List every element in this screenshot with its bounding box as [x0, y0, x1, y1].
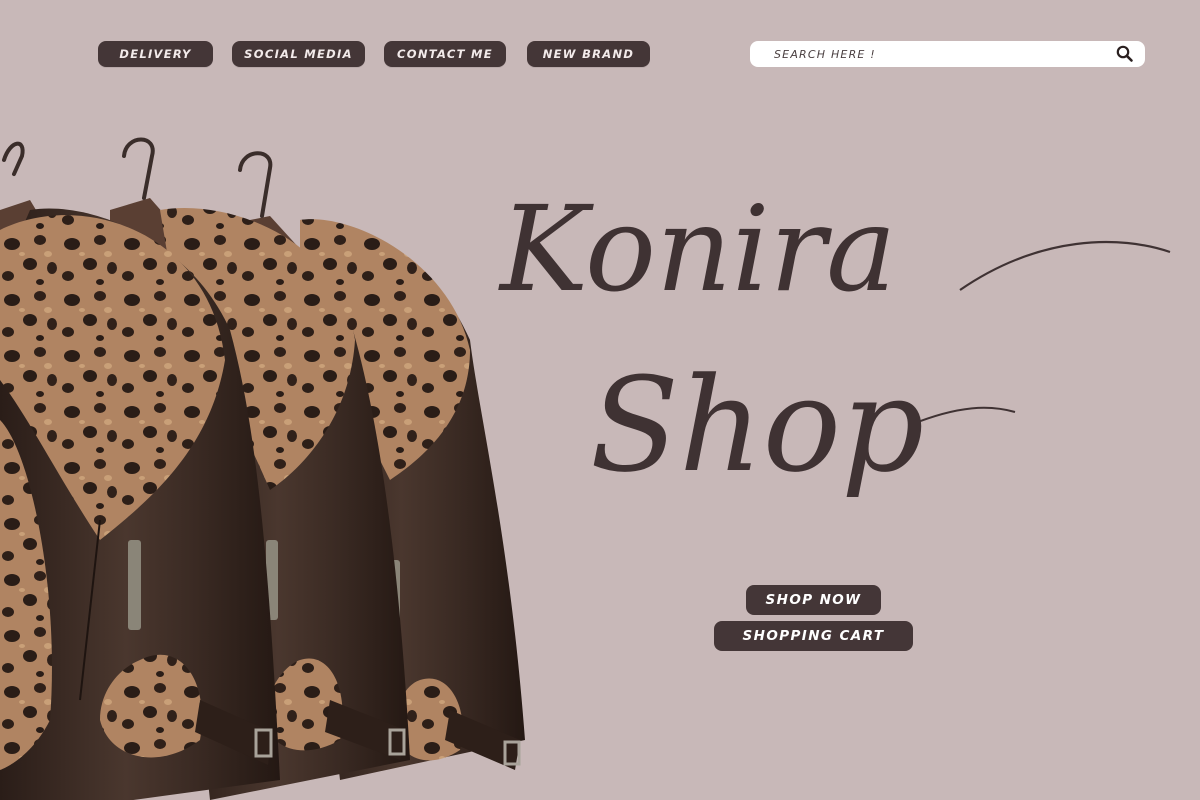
nav-item-new-brand[interactable]: NEW BRAND: [527, 41, 650, 67]
search-bar: [750, 41, 1145, 67]
shop-now-button[interactable]: SHOP NOW: [746, 585, 881, 615]
brand-title: Konira Shop: [498, 180, 1171, 501]
search-icon: [1116, 45, 1133, 62]
nav-item-delivery[interactable]: DELIVERY: [98, 41, 213, 67]
jackets-product-image: [0, 137, 525, 800]
landing-page: DELIVERY SOCIAL MEDIA CONTACT ME NEW BRA…: [0, 0, 1200, 800]
shopping-cart-button[interactable]: SHOPPING CART: [714, 621, 913, 651]
nav-item-contact-me[interactable]: CONTACT ME: [384, 41, 506, 67]
search-input[interactable]: [774, 41, 1104, 67]
nav-item-social-media[interactable]: SOCIAL MEDIA: [232, 41, 365, 67]
brand-title-line1: Konira: [498, 180, 897, 318]
search-button[interactable]: [1115, 44, 1135, 64]
brand-title-line2: Shop: [590, 349, 924, 501]
